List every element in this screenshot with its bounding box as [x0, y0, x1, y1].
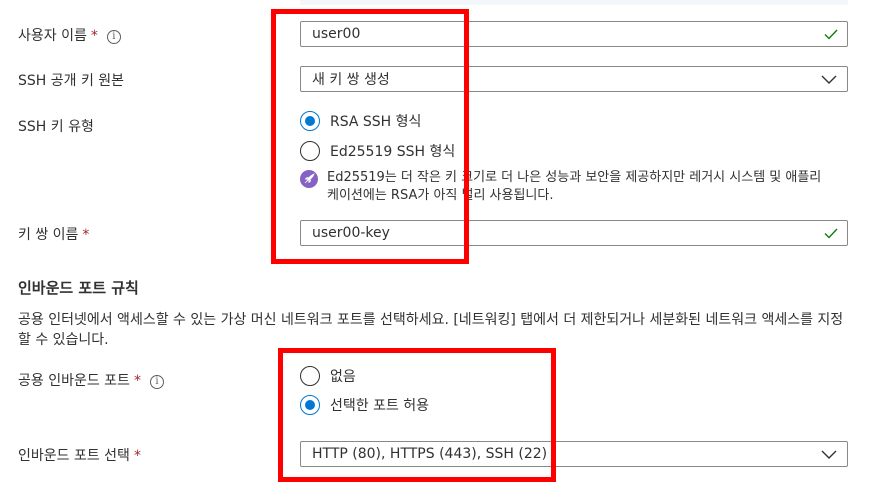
- required-marker: *: [82, 227, 90, 243]
- highlight-box-inbound-ports: [278, 348, 556, 482]
- ssh-source-label: SSH 공개 키 원본: [18, 73, 125, 89]
- required-marker: *: [133, 373, 141, 389]
- required-marker: *: [90, 28, 98, 44]
- ssh-type-label: SSH 키 유형: [18, 119, 94, 135]
- info-icon[interactable]: i: [149, 375, 164, 389]
- inbound-description: 공용 인터넷에서 액세스할 수 있는 가상 머신 네트워크 포트를 선택하세요.…: [18, 312, 844, 348]
- public-ports-label: 공용 인바운드 포트 * i: [18, 370, 164, 390]
- required-marker: *: [133, 448, 141, 464]
- chevron-down-icon: [821, 75, 837, 84]
- inbound-section-title: 인바운드 포트 규칙: [18, 279, 139, 297]
- key-pair-name-label: 키 쌍 이름 *: [18, 227, 90, 243]
- select-ports-label: 인바운드 포트 선택 *: [18, 448, 141, 464]
- valid-check-icon: [824, 29, 838, 40]
- chevron-down-icon: [821, 450, 837, 459]
- previous-section-edge: [300, 0, 848, 5]
- username-label: 사용자 이름 * i: [18, 25, 121, 45]
- highlight-box-ssh-settings: [271, 9, 469, 264]
- valid-check-icon: [824, 228, 838, 239]
- info-icon[interactable]: i: [106, 30, 121, 44]
